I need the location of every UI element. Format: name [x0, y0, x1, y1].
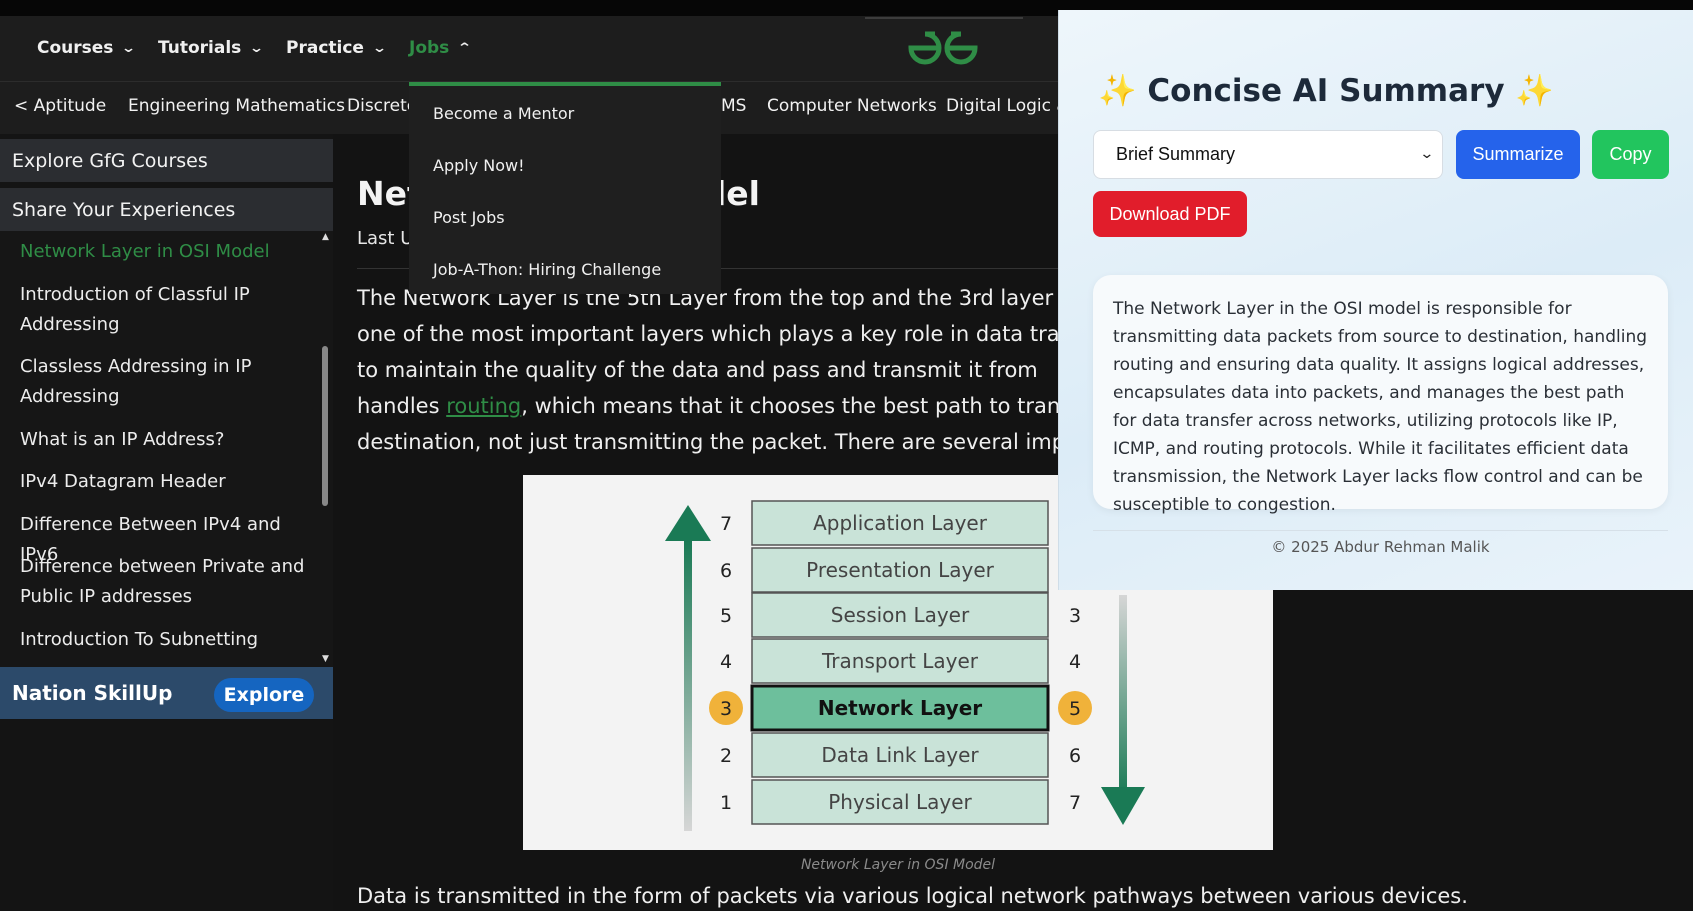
sidebar-item-ipv4-header[interactable]: IPv4 Datagram Header — [20, 467, 310, 497]
chevron-down-icon: ⌄ — [371, 40, 388, 56]
skillup-label: Nation SkillUp — [12, 681, 173, 705]
summary-type-select[interactable]: Brief Summary — [1093, 130, 1443, 179]
nav-jobs[interactable]: Jobs ⌃ — [409, 38, 473, 58]
scroll-down-icon[interactable]: ▼ — [322, 654, 329, 664]
para-line: one of the most important layers which p… — [357, 322, 1084, 346]
figure-caption: Network Layer in OSI Model — [800, 857, 996, 873]
left-number: 4 — [720, 651, 732, 673]
nav-tutorials-label: Tutorials — [158, 38, 242, 58]
osi-layer-label: Physical Layer — [828, 790, 972, 814]
sidebar-item-network-layer[interactable]: Network Layer in OSI Model — [20, 237, 310, 267]
right-number: 5 — [1069, 698, 1081, 720]
left-number: 1 — [720, 792, 732, 814]
left-number: 7 — [720, 513, 732, 535]
para-line: destination, not just transmitting the p… — [357, 430, 1087, 454]
subnav-discrete[interactable]: Discrete — [347, 96, 417, 116]
para-text: handles — [357, 394, 447, 418]
chevron-left-icon: < — [14, 96, 29, 116]
sidebar-item-subnetting[interactable]: Introduction To Subnetting — [20, 625, 310, 655]
subnav-engineering-mathematics[interactable]: Engineering Mathematics — [128, 96, 345, 116]
chevron-down-icon: ⌄ — [249, 40, 265, 56]
sidebar-item-classless-ip[interactable]: Classless Addressing in IP Addressing — [20, 352, 310, 412]
sparkle-icon: ✨ — [1515, 73, 1554, 109]
para-line: Data is transmitted in the form of packe… — [357, 884, 1468, 908]
download-pdf-button[interactable]: Download PDF — [1093, 191, 1247, 237]
divider — [1093, 530, 1668, 531]
sidebar-item-classful-ip[interactable]: Introduction of Classful IP Addressing — [20, 280, 310, 340]
chevron-down-icon: ⌄ — [1419, 146, 1435, 162]
right-number: 6 — [1069, 745, 1081, 767]
left-number: 2 — [720, 745, 732, 767]
explore-courses-button[interactable]: Explore GfG Courses — [0, 139, 333, 182]
para-line: handles routing, which means that it cho… — [357, 394, 1060, 418]
left-number: 6 — [720, 560, 732, 582]
panel-title-text: Concise AI Summary — [1147, 73, 1505, 109]
para-text: , which means that it chooses the best p… — [521, 394, 1061, 418]
subnav-aptitude[interactable]: < Aptitude — [14, 96, 106, 116]
up-arrow-shaft — [684, 541, 692, 831]
subnav-ms[interactable]: MS — [721, 96, 746, 116]
right-number: 4 — [1069, 651, 1081, 673]
osi-layer-label: Data Link Layer — [821, 743, 979, 767]
copy-button[interactable]: Copy — [1592, 130, 1669, 179]
right-number: 3 — [1069, 605, 1081, 627]
explore-button[interactable]: Explore — [214, 678, 314, 712]
right-number: 7 — [1069, 792, 1081, 814]
last-updated: Last U — [357, 228, 414, 249]
subnav-label: Aptitude — [33, 96, 107, 116]
osi-layer-label: Transport Layer — [821, 649, 979, 673]
chevron-up-icon: ⌃ — [457, 40, 473, 56]
divider — [865, 17, 1023, 19]
para-line: to maintain the quality of the data and … — [357, 358, 1038, 382]
menu-become-mentor[interactable]: Become a Mentor — [433, 104, 574, 123]
panel-footer: © 2025 Abdur Rehman Malik — [1271, 538, 1490, 556]
sidebar-item-private-public[interactable]: Difference between Private and Public IP… — [20, 552, 310, 612]
osi-layer-label: Network Layer — [818, 696, 982, 720]
sparkle-icon: ✨ — [1098, 73, 1137, 109]
sidebar-scrollbar[interactable] — [322, 346, 328, 506]
left-number: 3 — [720, 698, 732, 720]
nav-jobs-label: Jobs — [409, 38, 450, 58]
summary-text: The Network Layer in the OSI model is re… — [1093, 275, 1668, 515]
share-experiences-button[interactable]: Share Your Experiences — [0, 188, 333, 231]
menu-job-a-thon[interactable]: Job-A-Thon: Hiring Challenge — [433, 260, 661, 279]
routing-link[interactable]: routing — [446, 394, 521, 418]
menu-post-jobs[interactable]: Post Jobs — [433, 208, 505, 227]
menu-apply-now[interactable]: Apply Now! — [433, 156, 525, 175]
sidebar-item-ip-address[interactable]: What is an IP Address? — [20, 425, 310, 455]
left-number: 5 — [720, 605, 732, 627]
osi-layer-label: Application Layer — [813, 511, 988, 535]
up-arrow-head — [665, 505, 711, 541]
down-arrow-shaft — [1119, 595, 1127, 795]
osi-layer-label: Session Layer — [831, 603, 970, 627]
scroll-up-icon[interactable]: ▲ — [322, 232, 329, 242]
gfg-logo[interactable] — [905, 28, 981, 68]
down-arrow-head — [1101, 787, 1145, 825]
summarize-button[interactable]: Summarize — [1456, 130, 1580, 179]
osi-layer-label: Presentation Layer — [806, 558, 995, 582]
nav-courses-label: Courses — [37, 38, 114, 58]
chevron-down-icon: ⌄ — [121, 40, 137, 56]
nav-practice[interactable]: Practice ⌄ — [286, 38, 388, 58]
nav-tutorials[interactable]: Tutorials ⌄ — [158, 38, 265, 58]
panel-title: ✨ Concise AI Summary ✨ — [1098, 72, 1554, 109]
subnav-digital-logic[interactable]: Digital Logic ar — [946, 96, 1074, 116]
nav-practice-label: Practice — [286, 38, 364, 58]
subnav-computer-networks[interactable]: Computer Networks — [767, 96, 937, 116]
nav-courses[interactable]: Courses ⌄ — [37, 38, 137, 58]
